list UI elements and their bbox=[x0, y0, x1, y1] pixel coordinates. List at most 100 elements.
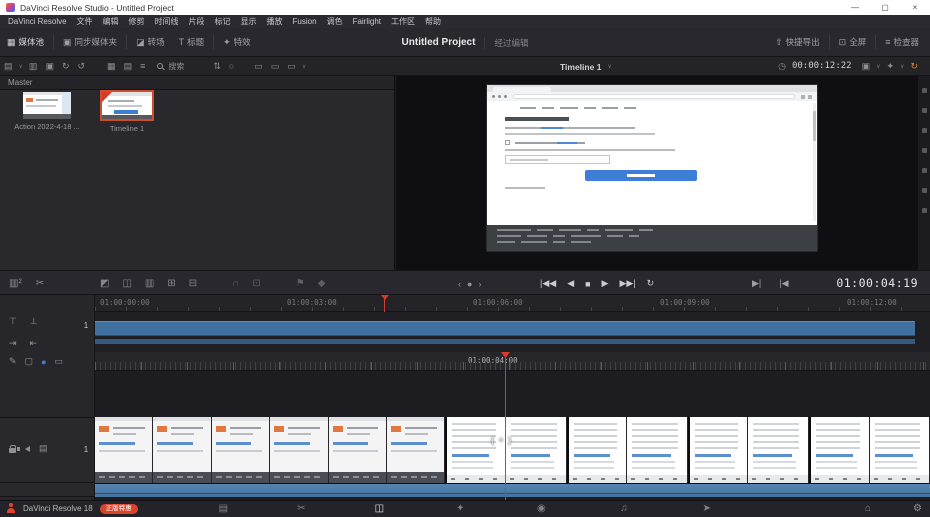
media-pool-button[interactable]: ▦ 媒体池 bbox=[0, 28, 51, 56]
monitor-toggle-icon[interactable]: ▭ bbox=[55, 356, 64, 367]
prev-edit-icon[interactable]: |◀ bbox=[779, 278, 788, 289]
dual-viewer-icon[interactable]: ▭ bbox=[267, 57, 284, 76]
razor-icon[interactable]: ✂ bbox=[36, 278, 44, 289]
draw-tool-icon[interactable]: ✎ bbox=[9, 356, 17, 367]
chevron-down-icon[interactable]: ∨ bbox=[898, 63, 906, 70]
stop-button[interactable]: ■ bbox=[585, 279, 590, 289]
timeline-view-options-icon[interactable]: ▥² bbox=[9, 278, 22, 289]
chevron-down-icon[interactable]: ∨ bbox=[17, 63, 25, 70]
media-clip-action[interactable]: Action 2022-4-18 ... bbox=[12, 92, 82, 131]
menu-fusion[interactable]: Fusion bbox=[288, 17, 322, 26]
chevron-down-icon[interactable]: ∨ bbox=[300, 63, 308, 70]
page-tab-edit[interactable]: ◫ 剪辑 bbox=[373, 503, 385, 517]
razor-edit-icon[interactable]: ▥ bbox=[145, 278, 154, 289]
first-frame-button[interactable]: |◀◀ bbox=[540, 278, 556, 289]
play-button[interactable]: ▶ bbox=[602, 278, 609, 289]
page-tab-fairlight[interactable]: ♫ Fairlight bbox=[613, 503, 634, 517]
menu-workspace[interactable]: 工作区 bbox=[386, 16, 420, 27]
chevron-down-icon[interactable]: ∨ bbox=[874, 63, 882, 70]
menu-mark[interactable]: 标记 bbox=[210, 16, 236, 27]
filter-icon[interactable]: ○ bbox=[225, 57, 238, 76]
sync-status-icon[interactable]: ↻ bbox=[906, 57, 922, 76]
panel-toggle-icon[interactable] bbox=[922, 88, 927, 93]
bin-header[interactable]: Master bbox=[0, 76, 394, 90]
snap-icon[interactable]: ∩ bbox=[232, 278, 239, 289]
menu-clip[interactable]: 片段 bbox=[184, 16, 210, 27]
insert-clip-icon[interactable]: ⊞ bbox=[167, 278, 175, 289]
panel-toggle-icon[interactable] bbox=[922, 108, 927, 113]
shorten-edit-icon[interactable]: ⇤ bbox=[30, 338, 38, 349]
effects-button[interactable]: ✦ 特效 bbox=[216, 28, 258, 56]
link-clips-icon[interactable]: ⊡ bbox=[252, 278, 260, 289]
last-frame-button[interactable]: ▶▶| bbox=[619, 278, 635, 289]
timeline-overview-ruler[interactable]: 01:00:00:00 01:00:03:00 01:00:06:00 01:0… bbox=[95, 295, 930, 312]
next-edit-icon[interactable]: ▶| bbox=[752, 278, 761, 289]
link-indicator-icon[interactable]: ● bbox=[41, 357, 46, 367]
menu-davinci-resolve[interactable]: DaVinci Resolve bbox=[3, 17, 72, 26]
undo-sync-icon[interactable]: ↺ bbox=[74, 57, 90, 76]
list-view-icon[interactable]: ≡ bbox=[136, 57, 149, 76]
quick-export-button[interactable]: ⇧ 快捷导出 bbox=[768, 28, 827, 56]
menu-edit[interactable]: 编辑 bbox=[98, 16, 124, 27]
marker-icon[interactable]: ◆ bbox=[318, 278, 326, 289]
fullscreen-button[interactable]: ⊡ 全屏 bbox=[832, 28, 874, 56]
jog-shuttle-icon[interactable]: ● bbox=[467, 279, 472, 289]
jog-right-icon[interactable]: › bbox=[478, 279, 481, 289]
wand-icon[interactable]: ✦ bbox=[883, 57, 899, 76]
play-reverse-button[interactable]: ◀ bbox=[567, 278, 574, 289]
maximize-button[interactable]: ▢ bbox=[870, 0, 900, 15]
titles-button[interactable]: T 标题 bbox=[172, 28, 212, 56]
metadata-view-icon[interactable]: ▣ bbox=[41, 57, 58, 76]
sort-icon[interactable]: ⇅ bbox=[209, 57, 225, 76]
close-button[interactable]: × bbox=[900, 0, 930, 15]
menu-help[interactable]: 帮助 bbox=[420, 16, 446, 27]
loop-button[interactable]: ↻ bbox=[647, 278, 655, 289]
project-manager-icon[interactable]: ⌂ bbox=[865, 503, 871, 514]
refresh-icon[interactable]: ↻ bbox=[58, 57, 74, 76]
search-button[interactable]: 搜索 bbox=[149, 61, 187, 72]
panel-toggle-icon[interactable] bbox=[922, 188, 927, 193]
page-tab-deliver[interactable]: ➤ 交付 bbox=[701, 503, 713, 517]
menu-color[interactable]: 调色 bbox=[322, 16, 348, 27]
thumbnail-view-icon[interactable]: ▥ bbox=[25, 57, 42, 76]
grid-view-icon[interactable]: ▦ bbox=[103, 57, 120, 76]
panel-toggle-icon[interactable] bbox=[922, 128, 927, 133]
bin-list-icon[interactable]: ▤ bbox=[0, 57, 17, 76]
menu-view[interactable]: 显示 bbox=[236, 16, 262, 27]
audio-clip-strip[interactable] bbox=[95, 483, 930, 497]
lock-track-icon[interactable] bbox=[9, 448, 16, 453]
panel-toggle-icon[interactable] bbox=[922, 148, 927, 153]
page-tab-color[interactable]: ◉ 调色 bbox=[535, 503, 547, 517]
cinema-viewer-icon[interactable]: ▭ bbox=[283, 57, 300, 76]
speaker-icon[interactable] bbox=[25, 446, 30, 452]
minimize-button[interactable]: — bbox=[840, 0, 870, 15]
jog-left-icon[interactable]: ‹ bbox=[458, 279, 461, 289]
overview-video-bar[interactable] bbox=[95, 321, 915, 336]
panel-toggle-icon[interactable] bbox=[922, 208, 927, 213]
transitions-button[interactable]: ◪ 转场 bbox=[129, 28, 172, 56]
camera-icon[interactable]: ▣ bbox=[858, 57, 875, 76]
timeline-ruler[interactable]: 01:00:04:00 bbox=[95, 352, 930, 371]
select-mode-icon[interactable]: ◩ bbox=[100, 278, 109, 289]
panel-toggle-icon[interactable] bbox=[922, 168, 927, 173]
menu-file[interactable]: 文件 bbox=[72, 16, 98, 27]
menu-trim[interactable]: 修剪 bbox=[124, 16, 150, 27]
page-tab-cut[interactable]: ✂ 快编 bbox=[295, 503, 307, 517]
sync-bin-button[interactable]: ▣ 同步媒体夹 bbox=[56, 28, 124, 56]
page-tab-media[interactable]: ▤ 媒体 bbox=[217, 503, 229, 517]
menu-playback[interactable]: 播放 bbox=[262, 16, 288, 27]
menu-fairlight[interactable]: Fairlight bbox=[348, 17, 386, 26]
extend-edit-icon[interactable]: ⇥ bbox=[9, 338, 17, 349]
trim-edit-icon[interactable]: ◫ bbox=[122, 278, 131, 289]
subtitle-tool-icon[interactable]: ⊥ bbox=[30, 316, 38, 327]
strip-view-icon[interactable]: ▤ bbox=[120, 57, 137, 76]
title-tool-icon[interactable]: ⊤ bbox=[9, 316, 17, 327]
flag-icon[interactable]: ⚑ bbox=[296, 278, 305, 289]
film-track-icon[interactable]: ▤ bbox=[39, 443, 48, 454]
overwrite-clip-icon[interactable]: ⊟ bbox=[189, 278, 197, 289]
page-tab-fusion[interactable]: ✦ Fusion bbox=[451, 503, 469, 517]
video-clip-strip[interactable] bbox=[95, 417, 930, 483]
single-viewer-icon[interactable]: ▭ bbox=[250, 57, 267, 76]
timeline-selector[interactable]: Timeline 1 ∨ bbox=[560, 57, 614, 76]
media-clip-timeline1[interactable]: Timeline 1 bbox=[92, 90, 162, 133]
